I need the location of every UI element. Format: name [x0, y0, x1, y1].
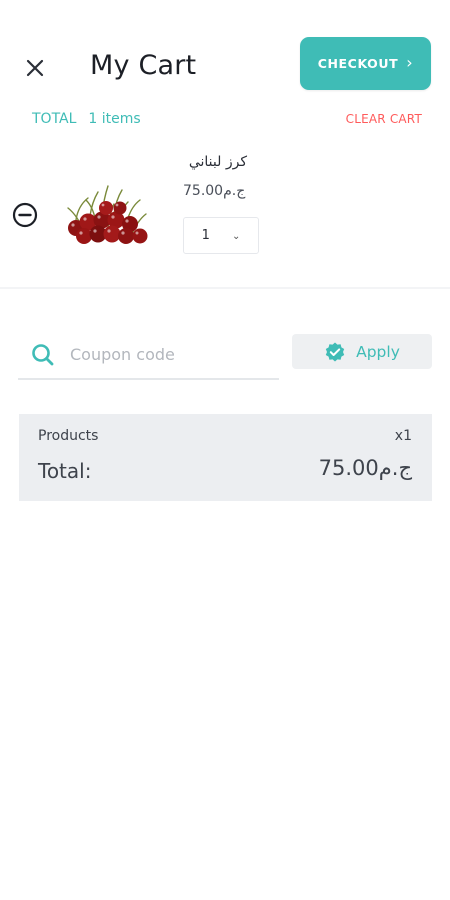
search-icon — [18, 340, 68, 368]
verified-badge-icon — [325, 342, 345, 361]
chevron-down-icon: ⌄ — [231, 231, 241, 242]
chevron-right-icon: › — [406, 53, 414, 72]
total-value: 75.00ج.م — [318, 456, 412, 480]
checkout-label: CHECKOUT — [317, 56, 399, 71]
total-label: TOTAL — [32, 111, 77, 127]
quantity-select[interactable]: 1 ⌄ — [183, 217, 259, 254]
apply-button[interactable]: Apply — [292, 334, 432, 369]
cart-summary: TOTAL 1 items — [32, 111, 141, 127]
coupon-input[interactable] — [68, 343, 272, 365]
remove-item-button[interactable] — [11, 201, 39, 229]
clear-cart-button[interactable]: CLEAR CART — [346, 112, 422, 126]
close-icon — [26, 59, 44, 77]
product-image — [58, 178, 154, 250]
product-price: 75.00ج.م — [183, 183, 246, 199]
minus-circle-icon — [12, 202, 38, 228]
coupon-field[interactable] — [18, 330, 279, 380]
divider — [0, 287, 450, 289]
apply-label: Apply — [356, 342, 400, 361]
quantity-value: 1 — [201, 228, 210, 243]
cherries-image — [67, 185, 148, 244]
order-summary: Products x1 Total: 75.00ج.م — [19, 414, 432, 501]
products-count: x1 — [394, 428, 412, 444]
close-button[interactable] — [22, 55, 48, 81]
products-label: Products — [38, 428, 99, 444]
product-name: كرز لبناني — [188, 154, 247, 170]
total-label: Total: — [38, 459, 92, 483]
checkout-button[interactable]: CHECKOUT › — [300, 37, 431, 90]
items-count: 1 items — [88, 111, 141, 127]
page-title: My Cart — [90, 50, 197, 81]
